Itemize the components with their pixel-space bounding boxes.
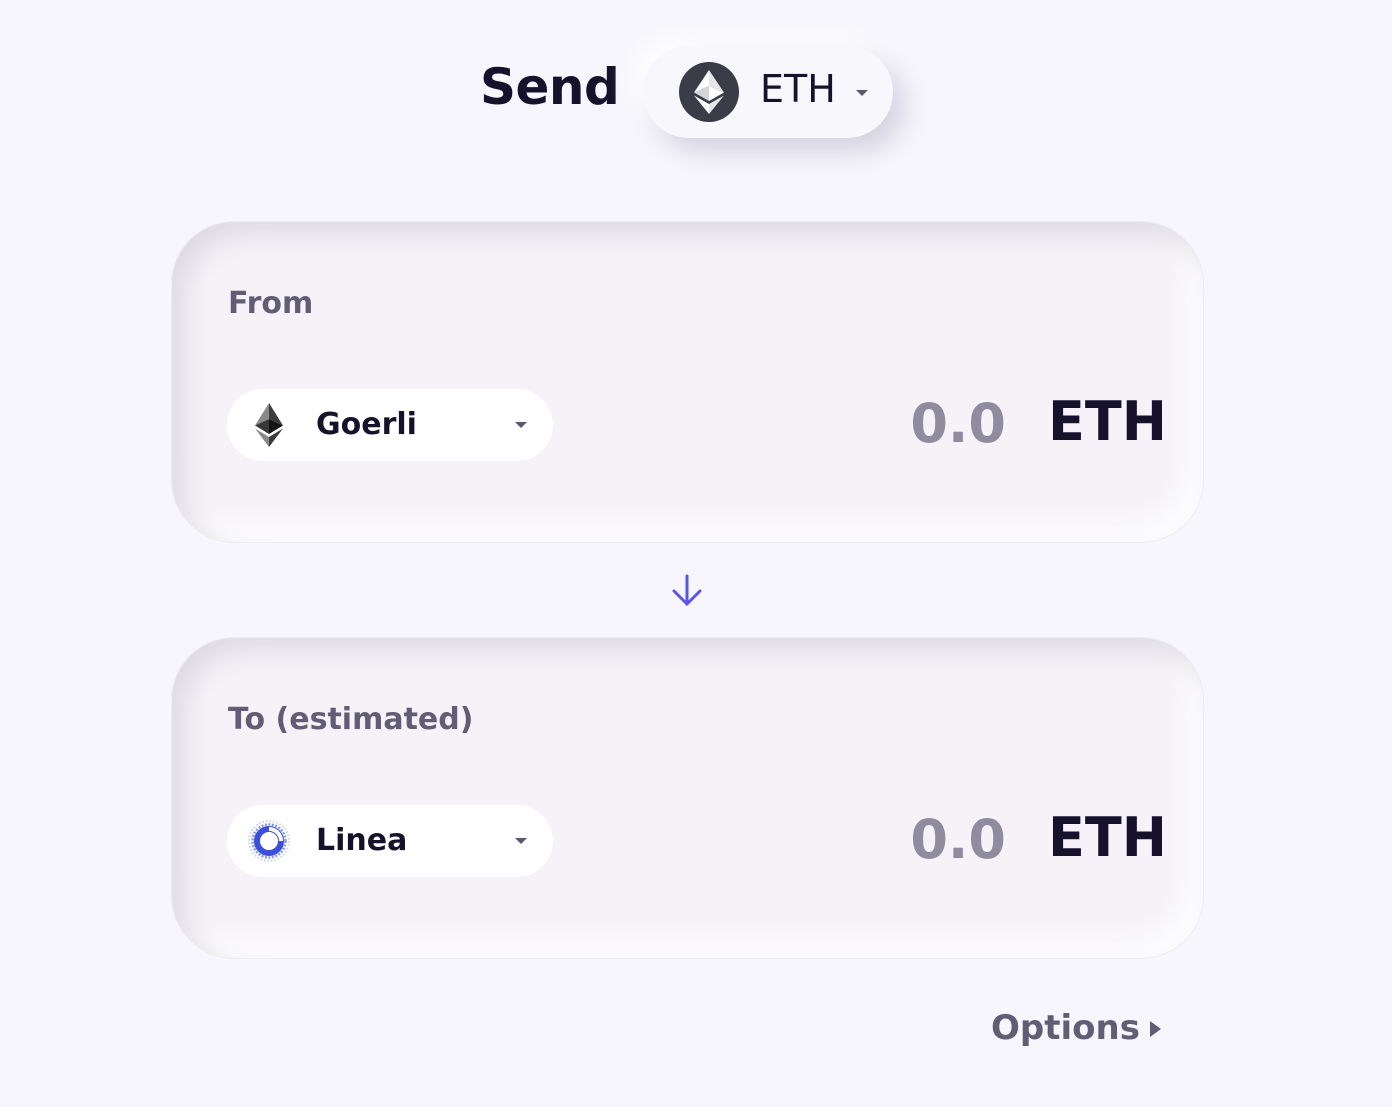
ethereum-icon [255, 403, 283, 447]
chevron-down-icon [515, 422, 527, 428]
from-network-select[interactable]: Goerli [227, 389, 553, 461]
from-network-name: Goerli [316, 407, 417, 442]
triangle-right-icon [1149, 1021, 1161, 1037]
bridge-page: Send ETH From Goerli 0.0 ETH To (estimat… [0, 0, 1392, 1107]
page-title: Send [480, 58, 620, 116]
from-label: From [228, 286, 314, 321]
options-toggle[interactable]: Options [991, 1008, 1161, 1048]
options-label: Options [991, 1008, 1140, 1048]
to-amount-unit: ETH [1048, 806, 1167, 869]
chevron-down-icon [515, 838, 527, 844]
token-selector-button[interactable]: ETH [643, 46, 893, 138]
to-network-name: Linea [316, 823, 408, 858]
to-network-select[interactable]: Linea [227, 805, 553, 877]
token-symbol: ETH [760, 67, 836, 111]
linea-icon [248, 820, 290, 862]
ethereum-icon [679, 62, 739, 122]
from-amount-input[interactable] [872, 387, 1006, 459]
from-card: From Goerli ETH [172, 222, 1203, 542]
to-amount-input[interactable] [872, 803, 1006, 875]
arrow-down-icon [672, 574, 702, 606]
chevron-down-icon [856, 90, 868, 96]
to-card: To (estimated) Linea ETH [172, 638, 1203, 958]
from-amount-unit: ETH [1048, 390, 1167, 453]
to-label: To (estimated) [228, 702, 474, 737]
